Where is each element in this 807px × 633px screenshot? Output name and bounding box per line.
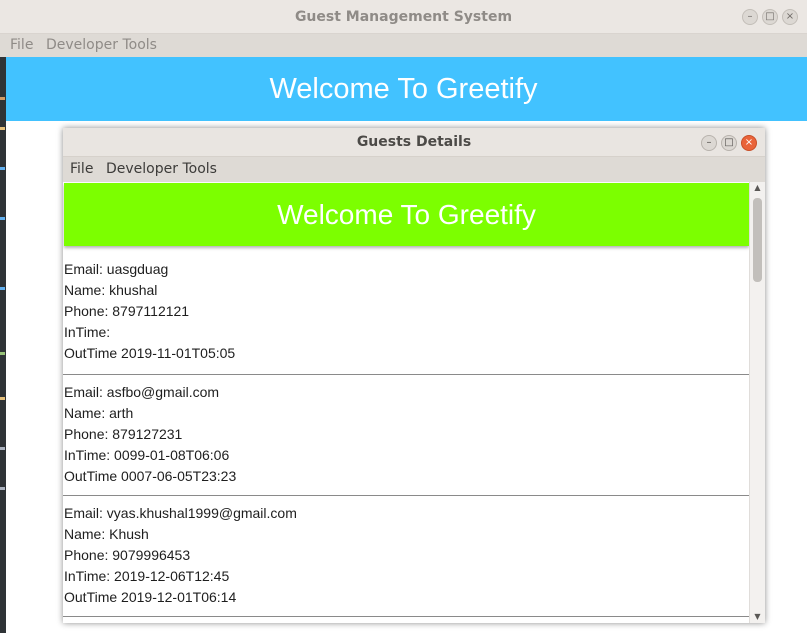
guest-list: Email: uasgduag Name: khushal Phone: 879… [63, 259, 749, 617]
main-banner: Welcome To Greetify [0, 57, 807, 121]
close-icon[interactable]: × [741, 135, 757, 151]
minimize-icon[interactable]: – [701, 135, 717, 151]
scrollbar-thumb[interactable] [753, 198, 762, 282]
background-editor-strip [0, 57, 6, 633]
guest-phone: Phone: 879127231 [64, 426, 183, 442]
guest-name: Name: arth [64, 405, 134, 421]
guest-phone: Phone: 8797112121 [64, 303, 190, 319]
guest-card: Email: vyas.khushal1999@gmail.com Name: … [63, 496, 749, 617]
vertical-scrollbar[interactable]: ▲ ▼ [749, 182, 765, 623]
scroll-up-icon[interactable]: ▲ [750, 182, 765, 194]
guest-card: Email: asfbo@gmail.com Name: arth Phone:… [63, 375, 749, 496]
menu-developer-tools[interactable]: Developer Tools [106, 161, 217, 177]
guest-phone: Phone: 9079996453 [64, 547, 191, 563]
guests-banner: Welcome To Greetify [64, 183, 749, 246]
menu-file[interactable]: File [70, 161, 93, 177]
guests-scroll-area[interactable]: Welcome To Greetify Email: uasgduag Name… [63, 182, 749, 623]
guests-window-title: Guests Details [356, 134, 472, 150]
guest-outtime: OutTime 0007-06-05T23:23 [64, 468, 237, 484]
guest-name: Name: khushal [64, 282, 158, 298]
minimize-icon[interactable]: – [742, 9, 758, 25]
main-window-title: Guest Management System [294, 9, 513, 25]
guest-email: Email: uasgduag [64, 261, 169, 277]
main-menubar: File Developer Tools [0, 34, 807, 57]
close-icon[interactable]: × [782, 9, 798, 25]
guest-outtime: OutTime 2019-12-01T06:14 [64, 589, 237, 605]
guest-intime: InTime: 0099-01-08T06:06 [64, 447, 230, 463]
guests-titlebar[interactable]: Guests Details – □ × [63, 128, 765, 157]
guest-intime: InTime: 2019-12-06T12:45 [64, 568, 230, 584]
guest-card: Email: uasgduag Name: khushal Phone: 879… [63, 259, 749, 375]
menu-developer-tools[interactable]: Developer Tools [46, 37, 157, 53]
main-titlebar[interactable]: Guest Management System – □ × [0, 0, 807, 34]
guests-details-window: Guests Details – □ × File Developer Tool… [63, 128, 765, 623]
guest-intime: InTime: [64, 324, 111, 340]
guest-name: Name: Khush [64, 526, 149, 542]
maximize-icon[interactable]: □ [721, 135, 737, 151]
maximize-icon[interactable]: □ [762, 9, 778, 25]
scroll-down-icon[interactable]: ▼ [750, 611, 765, 623]
menu-file[interactable]: File [10, 37, 33, 53]
guest-email: Email: vyas.khushal1999@gmail.com [64, 505, 297, 521]
guest-email: Email: asfbo@gmail.com [64, 384, 220, 400]
guest-outtime: OutTime 2019-11-01T05:05 [64, 345, 236, 361]
guests-menubar: File Developer Tools [63, 157, 765, 182]
